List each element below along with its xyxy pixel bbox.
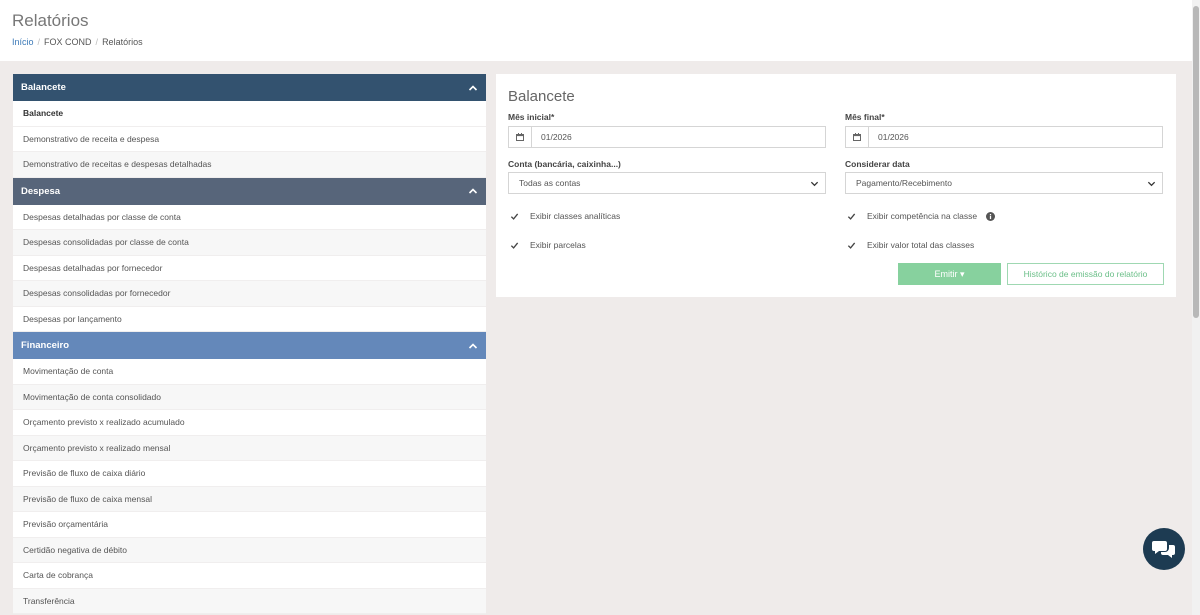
balancete-form-card: Balancete Mês inicial* 01/2026 Mês final… bbox=[496, 74, 1176, 297]
page-header: Relatórios Início / FOX COND / Relatórios bbox=[0, 0, 1200, 61]
checkbox-label: Exibir classes analíticas bbox=[530, 211, 621, 221]
checkbox-competencia[interactable]: Exibir competência na classe bbox=[846, 211, 996, 221]
breadcrumb-fox-cond[interactable]: FOX COND bbox=[44, 37, 92, 47]
page-title: Relatórios bbox=[12, 11, 89, 30]
calendar-icon[interactable] bbox=[509, 127, 532, 147]
page-scrollbar[interactable] bbox=[1192, 0, 1200, 615]
sidebar-item-despesas-detalhadas-fornecedor[interactable]: Despesas detalhadas por fornecedor bbox=[13, 255, 486, 281]
section-header-balancete[interactable]: Balancete bbox=[13, 74, 486, 101]
breadcrumb-inicio[interactable]: Início bbox=[12, 37, 34, 47]
checkbox-label: Exibir parcelas bbox=[530, 240, 586, 250]
sidebar-item-fluxo-mensal[interactable]: Previsão de fluxo de caixa mensal bbox=[13, 486, 486, 512]
form-title: Balancete bbox=[508, 88, 575, 105]
section-title: Financeiro bbox=[21, 340, 70, 351]
history-button[interactable]: Histórico de emissão do relatório bbox=[1007, 263, 1164, 285]
section-title: Balancete bbox=[21, 82, 66, 93]
section-title: Despesa bbox=[21, 185, 61, 197]
info-icon[interactable] bbox=[986, 211, 996, 221]
conta-label: Conta (bancária, caixinha...) bbox=[508, 159, 621, 169]
sidebar-item-transferencia[interactable]: Transferência bbox=[13, 588, 486, 614]
sidebar-item-despesas-consolidadas-fornecedor[interactable]: Despesas consolidadas por fornecedor bbox=[13, 281, 486, 307]
chevron-down-icon bbox=[810, 181, 819, 186]
breadcrumb-separator: / bbox=[37, 37, 41, 47]
conta-select[interactable]: Todas as contas bbox=[508, 172, 826, 194]
mes-final-value: 01/2026 bbox=[878, 132, 909, 142]
emit-button[interactable]: Emitir ▾ bbox=[898, 263, 1001, 285]
sidebar-item-orcamento-acumulado[interactable]: Orçamento previsto x realizado acumulado bbox=[13, 410, 486, 436]
breadcrumb: Início / FOX COND / Relatórios bbox=[12, 37, 143, 47]
mes-inicial-label: Mês inicial* bbox=[508, 112, 555, 122]
chevron-up-icon bbox=[468, 188, 478, 194]
sidebar-item-fluxo-diario[interactable]: Previsão de fluxo de caixa diário bbox=[13, 461, 486, 487]
check-icon[interactable] bbox=[846, 240, 856, 250]
report-sidebar: Balancete Balancete Demonstrativo de rec… bbox=[13, 74, 486, 614]
checkbox-label: Exibir competência na classe bbox=[867, 211, 978, 221]
chat-button[interactable] bbox=[1143, 528, 1185, 570]
calendar-icon[interactable] bbox=[846, 127, 869, 147]
section-header-financeiro[interactable]: Financeiro bbox=[13, 332, 486, 359]
mes-final-field[interactable]: 01/2026 bbox=[845, 126, 1163, 148]
section-header-despesa[interactable]: Despesa bbox=[13, 177, 486, 205]
chevron-up-icon bbox=[468, 342, 478, 349]
checkbox-parcelas[interactable]: Exibir parcelas bbox=[509, 240, 586, 250]
chevron-up-icon bbox=[468, 84, 478, 91]
check-icon[interactable] bbox=[846, 211, 856, 221]
sidebar-item-carta-cobranca[interactable]: Carta de cobrança bbox=[13, 563, 486, 589]
checkbox-valor-total[interactable]: Exibir valor total das classes bbox=[846, 240, 974, 250]
chevron-down-icon bbox=[1147, 181, 1156, 186]
sidebar-item-movimentacao-conta[interactable]: Movimentação de conta bbox=[13, 359, 486, 385]
sidebar-item-despesas-consolidadas-classe[interactable]: Despesas consolidadas por classe de cont… bbox=[13, 230, 486, 256]
sidebar-item-previsao-orcamentaria[interactable]: Previsão orçamentária bbox=[13, 512, 486, 538]
check-icon[interactable] bbox=[509, 240, 519, 250]
check-icon[interactable] bbox=[509, 211, 519, 221]
checkbox-classes-analiticas[interactable]: Exibir classes analíticas bbox=[509, 211, 620, 221]
sidebar-item-despesas-lancamento[interactable]: Despesas por lançamento bbox=[13, 306, 486, 332]
chat-icon bbox=[1152, 541, 1175, 558]
mes-inicial-field[interactable]: 01/2026 bbox=[508, 126, 826, 148]
considerar-data-select[interactable]: Pagamento/Recebimento bbox=[845, 172, 1163, 194]
mes-inicial-value: 01/2026 bbox=[541, 132, 572, 142]
conta-select-value: Todas as contas bbox=[519, 178, 581, 188]
sidebar-item-despesas-detalhadas-classe[interactable]: Despesas detalhadas por classe de conta bbox=[13, 204, 486, 230]
breadcrumb-relatorios: Relatórios bbox=[102, 37, 143, 47]
scrollbar-thumb[interactable] bbox=[1193, 6, 1199, 318]
considerar-data-value: Pagamento/Recebimento bbox=[856, 178, 952, 188]
checkbox-label: Exibir valor total das classes bbox=[867, 240, 975, 250]
considerar-data-label: Considerar data bbox=[845, 159, 910, 169]
sidebar-item-balancete[interactable]: Balancete bbox=[13, 101, 486, 127]
breadcrumb-separator: / bbox=[95, 37, 99, 47]
sidebar-item-certidao-negativa[interactable]: Certidão negativa de débito bbox=[13, 537, 486, 563]
sidebar-item-demonstrativo-receita-despesa[interactable]: Demonstrativo de receita e despesa bbox=[13, 126, 486, 152]
sidebar-item-orcamento-mensal[interactable]: Orçamento previsto x realizado mensal bbox=[13, 435, 486, 461]
sidebar-item-movimentacao-consolidado[interactable]: Movimentação de conta consolidado bbox=[13, 384, 486, 410]
mes-final-label: Mês final* bbox=[845, 112, 885, 122]
sidebar-item-demonstrativo-detalhadas[interactable]: Demonstrativo de receitas e despesas det… bbox=[13, 152, 486, 178]
